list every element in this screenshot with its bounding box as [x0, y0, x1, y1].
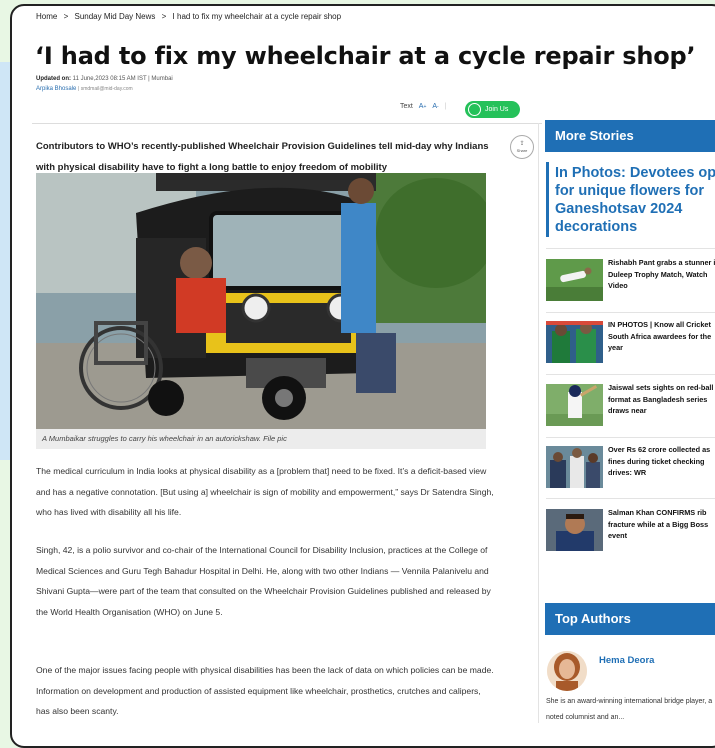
article-title: ‘I had to fix my wheelchair at a cycle r… [35, 42, 696, 70]
salman-khan-image [546, 509, 603, 551]
whatsapp-join-button[interactable]: Join Us [465, 101, 520, 118]
share-icon: ⇪ [519, 141, 525, 147]
text-size-label: Text [400, 103, 413, 110]
story-item[interactable]: Rishabh Pant grabs a stunner in Duleep T… [546, 257, 715, 307]
jaiswal-batting-image [546, 384, 603, 426]
featured-story-title[interactable]: In Photos: Devotees opt for unique flowe… [555, 164, 715, 236]
story-divider [546, 248, 715, 249]
breadcrumb-home[interactable]: Home [36, 12, 57, 21]
autorickshaw-photo [36, 173, 486, 429]
sidebar-divider [538, 123, 539, 723]
plus-icon: + [423, 104, 427, 110]
author-link[interactable]: Arpika Bhosale [36, 86, 76, 92]
story-title[interactable]: Jaiswal sets sights on red-ball format a… [608, 382, 715, 417]
story-thumbnail[interactable] [546, 259, 603, 301]
story-title[interactable]: IN PHOTOS | Know all Cricket South Afric… [608, 319, 715, 354]
text-size-increase[interactable]: A+ [419, 103, 427, 110]
header-divider [32, 123, 542, 124]
author-photo [547, 651, 587, 691]
whatsapp-icon [468, 103, 481, 116]
breadcrumb-section[interactable]: Sunday Mid Day News [74, 12, 155, 21]
body-paragraph: The medical curriculum in India looks at… [36, 466, 494, 517]
author-avatar[interactable] [547, 651, 587, 691]
story-thumbnail[interactable] [546, 384, 603, 426]
story-title[interactable]: Rishabh Pant grabs a stunner in Duleep T… [608, 257, 715, 292]
ticket-checking-image [546, 446, 603, 488]
top-authors-header: Top Authors [545, 603, 715, 635]
breadcrumb-separator: > [161, 12, 167, 21]
author-bio: She is an award-winning international br… [546, 698, 713, 721]
join-us-label: Join Us [485, 106, 509, 113]
photo-caption: A Mumbaikar struggles to carry his wheel… [36, 429, 486, 449]
updated-label: Updated on: [36, 76, 71, 82]
article-photo[interactable] [36, 173, 486, 429]
share-label: Share [516, 148, 528, 153]
toolbar-divider: | [444, 103, 447, 110]
updated-line: Updated on: 11 June,2023 08:15 AM IST | … [36, 76, 173, 82]
story-item[interactable]: Jaiswal sets sights on red-ball format a… [546, 382, 715, 432]
updated-value: 11 June,2023 08:15 AM IST | Mumbai [72, 76, 173, 82]
cricket-catch-image [546, 259, 603, 301]
author-email: | smdmail@mid-day.com [78, 86, 133, 92]
story-divider [546, 437, 715, 438]
text-size-controls: Text A+ A- | [400, 103, 446, 110]
story-item[interactable]: Over Rs 62 crore collected as fines duri… [546, 444, 715, 494]
story-thumbnail[interactable] [546, 446, 603, 488]
author-name[interactable]: Hema Deora [599, 655, 654, 666]
story-item[interactable]: Salman Khan CONFIRMS rib fracture while … [546, 507, 715, 557]
more-stories-header: More Stories [545, 120, 715, 152]
featured-story[interactable]: In Photos: Devotees opt for unique flowe… [546, 162, 715, 237]
breadcrumb-separator: > [63, 12, 69, 21]
story-divider [546, 374, 715, 375]
story-item[interactable]: IN PHOTOS | Know all Cricket South Afric… [546, 319, 715, 369]
body-paragraph: One of the major issues facing people wi… [36, 665, 494, 716]
breadcrumb-current: I had to fix my wheelchair at a cycle re… [172, 12, 342, 21]
story-title[interactable]: Salman Khan CONFIRMS rib fracture while … [608, 507, 715, 542]
story-title[interactable]: Over Rs 62 crore collected as fines duri… [608, 444, 715, 479]
author-line: Arpika Bhosale | smdmail@mid-day.com [36, 86, 133, 92]
story-divider [546, 498, 715, 499]
text-size-decrease[interactable]: A- [432, 103, 438, 110]
article-lead: Contributors to WHO’s recently-published… [36, 141, 489, 173]
cricket-awards-image [546, 321, 603, 363]
article-card: Home > Sunday Mid Day News > I had to fi… [10, 4, 715, 748]
breadcrumb: Home > Sunday Mid Day News > I had to fi… [36, 12, 345, 21]
body-paragraph: Singh, 42, is a polio survivor and co-ch… [36, 545, 491, 617]
story-thumbnail[interactable] [546, 509, 603, 551]
story-thumbnail[interactable] [546, 321, 603, 363]
minus-icon: - [437, 104, 439, 110]
story-divider [546, 312, 715, 313]
share-button[interactable]: ⇪ Share [510, 135, 534, 159]
